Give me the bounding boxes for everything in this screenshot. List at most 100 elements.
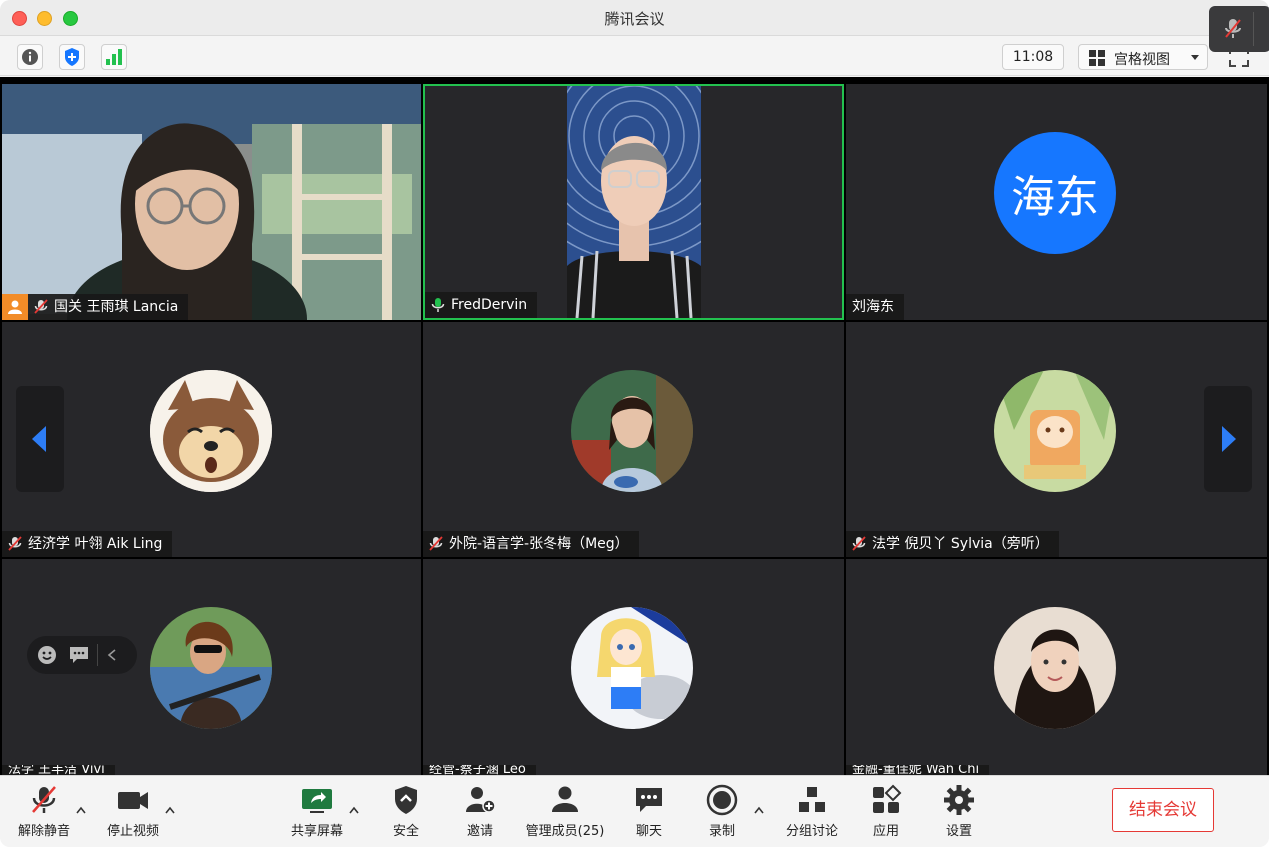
unmute-label: 解除静音 [17, 824, 70, 839]
apps-label: 应用 [872, 824, 899, 839]
avatar [150, 370, 272, 492]
chat-button[interactable]: 聊天 [627, 784, 671, 840]
meeting-toolbar: 解除静音 停止视频 共享屏幕 安全 邀请 管理成员(25) 聊天 录制 分组讨论… [0, 775, 1269, 847]
mic-active-icon [431, 298, 445, 312]
video-camera-icon [118, 792, 148, 809]
participant-name-tag: 经管-蔡子涵 Leo [423, 765, 536, 775]
window-title: 腾讯会议 [604, 10, 665, 28]
next-page-button[interactable] [1204, 386, 1252, 492]
emoji-icon[interactable] [37, 645, 57, 665]
mic-muted-icon [852, 536, 866, 551]
reaction-toolbar[interactable] [27, 636, 137, 674]
participant-video [2, 84, 421, 320]
record-button[interactable]: 录制 [700, 784, 744, 840]
breakout-rooms-button[interactable]: 分组讨论 [782, 784, 842, 840]
avatar [571, 370, 693, 492]
breakout-rooms-icon [799, 787, 825, 812]
gear-icon [944, 785, 974, 815]
participant-name: 外院-语言学-张冬梅（Meg） [449, 536, 629, 552]
signal-bars-icon [106, 49, 122, 65]
video-tile[interactable]: 经济学 叶翎 Aik Ling [2, 322, 421, 557]
share-screen-label: 共享屏幕 [290, 824, 343, 839]
participant-video [567, 86, 701, 318]
participant-name-tag: 外院-语言学-张冬梅（Meg） [423, 531, 639, 557]
chat-icon [636, 788, 662, 812]
invite-label: 邀请 [466, 824, 493, 839]
chevron-left-icon[interactable] [107, 649, 117, 661]
participant-name: 法学 王丰洁 Vivi [8, 765, 105, 775]
chevron-up-icon[interactable] [165, 806, 175, 814]
video-grid: 国关 王雨琪 Lancia FredDervin 海东 刘海东 经济学 叶翎 A… [0, 77, 1269, 775]
security-button[interactable]: 安全 [384, 784, 428, 840]
participant-name: 金融-董佳妮 Wah Chi [852, 765, 980, 775]
video-tile[interactable]: 国关 王雨琪 Lancia [2, 84, 421, 320]
participant-name: 经管-蔡子涵 Leo [429, 765, 526, 775]
mic-muted-icon [8, 536, 22, 551]
stop-video-button[interactable]: 停止视频 [103, 784, 163, 840]
video-tile[interactable]: 外院-语言学-张冬梅（Meg） [423, 322, 844, 557]
apps-button[interactable]: 应用 [864, 784, 908, 840]
add-user-icon [466, 787, 496, 813]
video-tile[interactable]: 法学 倪贝丫 Sylvia（旁听） [846, 322, 1267, 557]
participant-name-tag: FredDervin [425, 292, 538, 318]
invite-button[interactable]: 邀请 [458, 784, 502, 840]
avatar [994, 607, 1116, 729]
chevron-up-icon[interactable] [754, 806, 764, 814]
settings-label: 设置 [945, 824, 972, 839]
view-mode-label: 宫格视图 [1114, 52, 1170, 68]
participant-name: 国关 王雨琪 Lancia [54, 299, 179, 315]
meeting-window: 腾讯会议 11:08 宫格视图 国关 王雨琪 Lancia FredDervin… [0, 0, 1269, 847]
manage-members-label: 管理成员(25) [525, 824, 605, 839]
end-meeting-button[interactable]: 结束会议 [1112, 788, 1214, 832]
video-tile[interactable]: 海东 刘海东 [846, 84, 1267, 320]
title-bar: 腾讯会议 [0, 0, 1269, 36]
video-tile[interactable]: 经管-蔡子涵 Leo [423, 559, 844, 775]
participant-name-tag: 法学 王丰洁 Vivi [2, 765, 115, 775]
record-icon [706, 784, 738, 816]
chevron-up-icon[interactable] [76, 806, 86, 814]
comment-icon[interactable] [69, 646, 89, 664]
record-label: 录制 [708, 824, 735, 839]
info-icon [22, 49, 38, 65]
mic-muted-icon [32, 786, 56, 813]
members-icon [552, 786, 578, 812]
breakout-label: 分组讨论 [785, 824, 838, 839]
avatar: 海东 [994, 132, 1116, 254]
share-screen-button[interactable]: 共享屏幕 [287, 784, 347, 840]
view-mode-dropdown[interactable]: 宫格视图 [1078, 44, 1208, 70]
previous-page-button[interactable] [16, 386, 64, 492]
chevron-left-icon [32, 426, 46, 452]
avatar [994, 370, 1116, 492]
avatar [150, 607, 272, 729]
chevron-up-icon[interactable] [349, 806, 359, 814]
mic-muted-icon [1225, 19, 1241, 38]
participant-name: 经济学 叶翎 Aik Ling [28, 536, 163, 552]
security-status-button[interactable] [59, 44, 85, 70]
shield-icon [65, 48, 79, 66]
meeting-time: 11:08 [1002, 44, 1064, 70]
unmute-button[interactable]: 解除静音 [14, 784, 74, 840]
chevron-right-icon [1222, 426, 1236, 452]
network-status-button[interactable] [101, 44, 127, 70]
stop-video-label: 停止视频 [106, 824, 159, 839]
manage-members-button[interactable]: 管理成员(25) [523, 784, 607, 840]
participant-name-tag: 法学 倪贝丫 Sylvia（旁听） [846, 531, 1059, 557]
chat-label: 聊天 [635, 824, 662, 839]
video-tile-active-speaker[interactable]: FredDervin [423, 84, 844, 320]
chevron-down-icon [1191, 55, 1199, 60]
participant-name-tag: 金融-董佳妮 Wah Chi [846, 765, 990, 775]
participant-name-tag: 经济学 叶翎 Aik Ling [2, 531, 173, 557]
host-icon [2, 294, 28, 320]
security-label: 安全 [392, 824, 419, 839]
participant-name: FredDervin [451, 297, 528, 313]
participant-name: 法学 倪贝丫 Sylvia（旁听） [872, 536, 1049, 552]
participant-name-tag: 刘海东 [846, 294, 904, 320]
grid-view-icon [1089, 50, 1105, 66]
mic-muted-icon [429, 536, 443, 551]
floating-mute-indicator[interactable] [1209, 6, 1269, 52]
video-tile[interactable]: 金融-董佳妮 Wah Chi [846, 559, 1267, 775]
meeting-info-button[interactable] [17, 44, 43, 70]
share-screen-icon [302, 789, 332, 813]
apps-icon [873, 784, 902, 813]
settings-button[interactable]: 设置 [937, 784, 981, 840]
